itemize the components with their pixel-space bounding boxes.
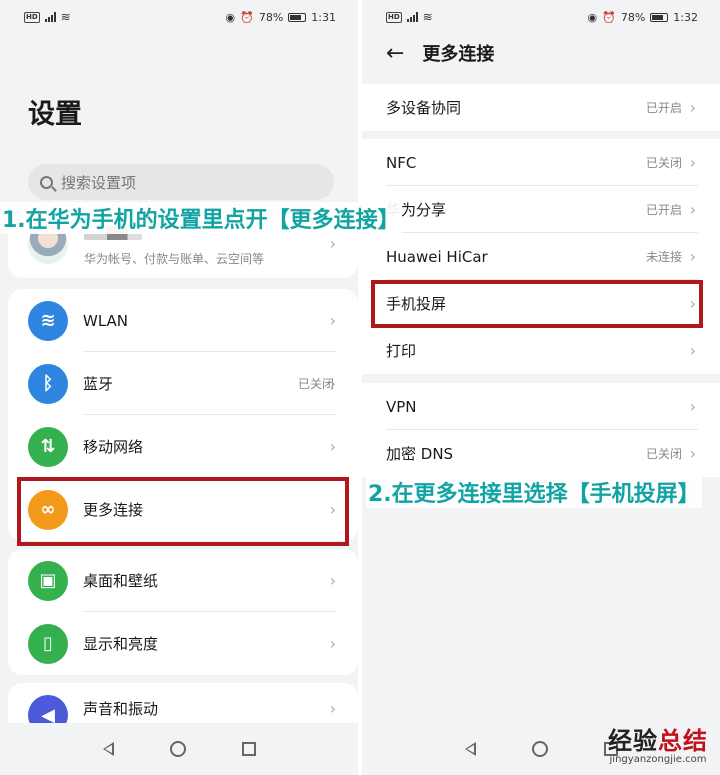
settings-item-label: 桌面和壁纸 bbox=[83, 572, 159, 590]
hd-icon: HD bbox=[24, 11, 40, 23]
connections-group-1: 多设备协同 已开启 › bbox=[362, 84, 720, 131]
item-print[interactable]: 打印 › bbox=[362, 327, 720, 374]
back-nav-icon[interactable] bbox=[464, 742, 476, 756]
chevron-right-icon: › bbox=[329, 311, 336, 330]
battery-percent: 78% bbox=[620, 10, 646, 24]
settings-item-value: 已关闭 bbox=[297, 377, 334, 391]
chevron-right-icon: › bbox=[329, 437, 336, 456]
item-label: 加密 DNS bbox=[386, 445, 454, 463]
watermark-text-a: 经验 bbox=[608, 727, 658, 755]
item-label: 多设备协同 bbox=[386, 99, 462, 117]
item-value: 已开启 bbox=[645, 101, 682, 115]
settings-item-label: WLAN bbox=[83, 311, 129, 330]
chevron-right-icon: › bbox=[329, 698, 336, 718]
battery-icon bbox=[288, 12, 307, 22]
alarm-icon: ⏰ bbox=[240, 10, 254, 24]
wifi-icon: ≋ bbox=[28, 300, 68, 341]
mobile-network-icon: ⇅ bbox=[28, 426, 68, 467]
battery-percent: 78% bbox=[258, 10, 284, 24]
page-title: 设置 bbox=[28, 99, 82, 130]
hd-icon: HD bbox=[386, 11, 402, 23]
settings-item-label: 显示和亮度 bbox=[83, 635, 159, 653]
item-label: NFC bbox=[386, 153, 417, 172]
chevron-right-icon: › bbox=[329, 634, 336, 653]
watermark-url: jingyanzongjie.com bbox=[609, 754, 707, 765]
chevron-right-icon: › bbox=[689, 153, 696, 172]
system-nav-bar bbox=[0, 723, 358, 775]
account-subtitle: 华为帐号、付款与账单、云空间等 bbox=[84, 252, 265, 266]
chevron-right-icon: › bbox=[329, 374, 336, 393]
highlight-more-connections bbox=[17, 477, 349, 546]
chevron-right-icon: › bbox=[689, 98, 696, 117]
bluetooth-icon: ᛒ bbox=[28, 363, 68, 404]
signal-icon bbox=[406, 12, 418, 22]
settings-screen: HD ≋ ◉ ⏰ 78% 1:31 设置 搜索设置项 华为帐号、付款与账单、云空… bbox=[0, 0, 358, 775]
watermark-text-b: 总结 bbox=[658, 727, 708, 755]
settings-group-display: ▣ 桌面和壁纸 › ▯ 显示和亮度 › bbox=[8, 549, 358, 675]
status-bar: HD ≋ ◉ ⏰ 78% 1:31 bbox=[0, 0, 358, 34]
item-label: 打印 bbox=[386, 342, 417, 360]
settings-item-wallpaper[interactable]: ▣ 桌面和壁纸 › bbox=[8, 549, 358, 612]
caption-step-1: 1.在华为手机的设置里点开【更多连接】 bbox=[0, 202, 402, 234]
home-nav-icon[interactable] bbox=[531, 741, 548, 757]
alarm-icon: ⏰ bbox=[602, 10, 616, 24]
item-value: 已关闭 bbox=[645, 447, 682, 461]
settings-item-label: 移动网络 bbox=[83, 438, 144, 456]
item-label: VPN bbox=[386, 397, 417, 416]
search-input[interactable]: 搜索设置项 bbox=[28, 164, 334, 200]
caption-step-2: 2.在更多连接里选择【手机投屏】 bbox=[366, 476, 702, 508]
back-nav-icon[interactable] bbox=[102, 742, 114, 756]
chevron-right-icon: › bbox=[689, 444, 696, 463]
recents-nav-icon[interactable] bbox=[241, 742, 256, 756]
more-connections-screen: HD ≋ ◉ ⏰ 78% 1:32 ← 更多连接 多设备协同 已开启 › NFC… bbox=[362, 0, 720, 775]
highlight-screen-projection bbox=[371, 280, 703, 328]
battery-icon bbox=[650, 12, 669, 22]
connections-group-2: NFC 已关闭 › 华为分享 已开启 › Huawei HiCar 未连接 › … bbox=[362, 139, 720, 374]
page-title: 更多连接 bbox=[422, 44, 495, 65]
item-vpn[interactable]: VPN › bbox=[362, 383, 720, 430]
signal-icon bbox=[44, 12, 56, 22]
chevron-right-icon: › bbox=[689, 200, 696, 219]
item-value: 未连接 bbox=[645, 250, 682, 264]
settings-item-label: 蓝牙 bbox=[83, 375, 114, 393]
item-label: Huawei HiCar bbox=[386, 247, 488, 266]
settings-item-bluetooth[interactable]: ᛒ 蓝牙 已关闭 › bbox=[8, 352, 358, 415]
search-icon bbox=[40, 175, 53, 189]
item-hicar[interactable]: Huawei HiCar 未连接 › bbox=[362, 233, 720, 280]
app-bar: ← 更多连接 bbox=[386, 40, 494, 66]
display-icon: ▯ bbox=[28, 623, 68, 664]
eye-icon: ◉ bbox=[225, 10, 236, 24]
chevron-right-icon: › bbox=[329, 234, 336, 253]
settings-item-label: 声音和振动 bbox=[83, 699, 159, 718]
home-nav-icon[interactable] bbox=[169, 741, 186, 757]
watermark-logo: 经验总结 jingyanzongjie.com bbox=[608, 721, 708, 765]
item-value: 已关闭 bbox=[645, 156, 682, 170]
chevron-right-icon: › bbox=[689, 247, 696, 266]
chevron-right-icon: › bbox=[689, 341, 696, 360]
settings-item-display[interactable]: ▯ 显示和亮度 › bbox=[8, 612, 358, 675]
status-bar: HD ≋ ◉ ⏰ 78% 1:32 bbox=[362, 0, 720, 34]
chevron-right-icon: › bbox=[329, 571, 336, 590]
status-time: 1:31 bbox=[311, 10, 336, 24]
back-arrow-icon[interactable]: ← bbox=[386, 41, 404, 66]
wifi-status-icon: ≋ bbox=[60, 10, 71, 24]
item-nfc[interactable]: NFC 已关闭 › bbox=[362, 139, 720, 186]
status-time: 1:32 bbox=[673, 10, 698, 24]
search-placeholder: 搜索设置项 bbox=[61, 173, 137, 192]
item-value: 已开启 bbox=[645, 203, 682, 217]
settings-item-wlan[interactable]: ≋ WLAN › bbox=[8, 289, 358, 352]
wifi-status-icon: ≋ bbox=[422, 10, 433, 24]
wallpaper-icon: ▣ bbox=[28, 560, 68, 601]
chevron-right-icon: › bbox=[689, 397, 696, 416]
connections-group-3: VPN › 加密 DNS 已关闭 › bbox=[362, 383, 720, 477]
settings-item-mobile-network[interactable]: ⇅ 移动网络 › bbox=[8, 415, 358, 478]
item-encrypted-dns[interactable]: 加密 DNS 已关闭 › bbox=[362, 430, 720, 477]
item-huawei-share[interactable]: 华为分享 已开启 › bbox=[362, 186, 720, 233]
eye-icon: ◉ bbox=[587, 10, 598, 24]
item-multi-device[interactable]: 多设备协同 已开启 › bbox=[362, 84, 720, 131]
